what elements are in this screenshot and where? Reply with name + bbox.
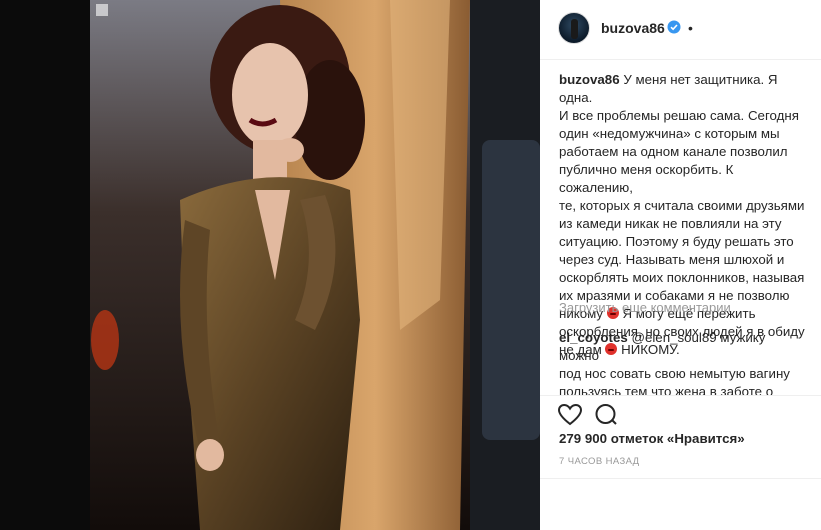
comment-item: el_coyotes @elen_soul89 мужику можно под…: [559, 329, 809, 395]
avatar[interactable]: [558, 12, 590, 44]
action-bar: [540, 395, 821, 435]
photo-illustration: [90, 0, 540, 530]
likes-count[interactable]: 279 900 отметок «Нравится»: [559, 430, 745, 448]
post-viewer: buzova86 • buzova86 У меня нет защитника…: [0, 0, 821, 530]
comment-icon[interactable]: [593, 402, 619, 428]
add-comment-section: [540, 478, 821, 530]
post-photo[interactable]: [90, 0, 540, 530]
username-link[interactable]: buzova86: [601, 19, 665, 37]
caption-text: У меня нет защитника. Я одна. И все проб…: [559, 72, 805, 303]
more-options-icon[interactable]: •: [688, 19, 694, 37]
verified-badge-icon: [667, 20, 681, 34]
comment-username[interactable]: el_coyotes: [559, 330, 628, 345]
post-header: buzova86 •: [540, 0, 821, 60]
backdrop: [0, 0, 90, 530]
post-timestamp: 7 ЧАСОВ НАЗАД: [559, 456, 640, 467]
load-more-comments-link[interactable]: Загрузить еще комментарии: [559, 299, 731, 317]
heart-icon[interactable]: [557, 402, 583, 428]
comment-mention[interactable]: @elen_soul89: [631, 330, 716, 345]
caption-username[interactable]: buzova86: [559, 72, 620, 87]
post-side-panel: buzova86 • buzova86 У меня нет защитника…: [540, 0, 821, 530]
comments-area: buzova86 У меня нет защитника. Я одна. И…: [540, 60, 821, 395]
avatar-figure: [571, 19, 578, 39]
